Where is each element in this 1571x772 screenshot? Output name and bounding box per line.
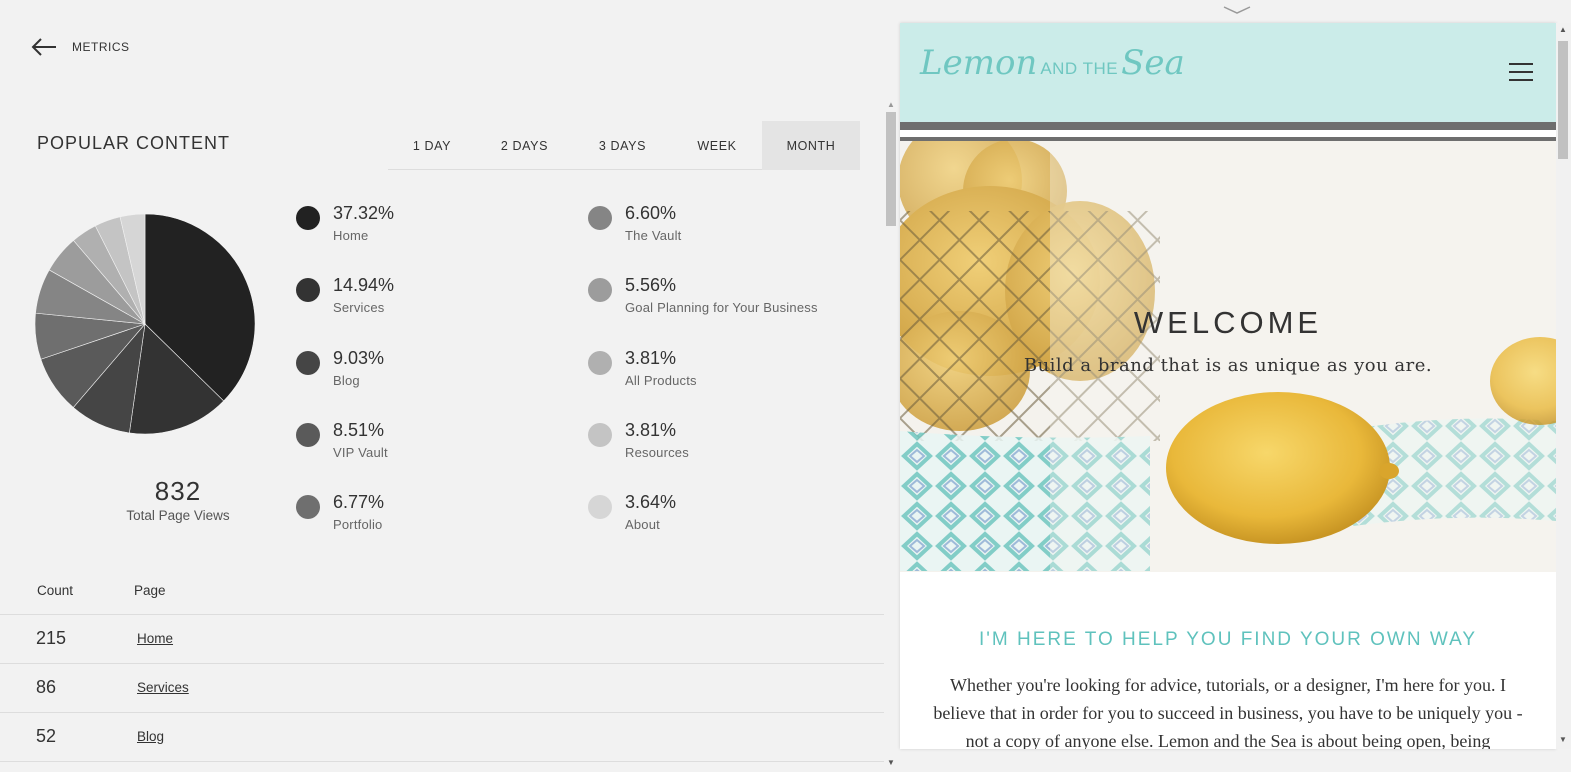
legend-label: Portfolio bbox=[333, 517, 383, 532]
legend-percent: 37.32% bbox=[333, 203, 395, 223]
legend-percent: 9.03% bbox=[333, 348, 385, 368]
tab-2-days[interactable]: 2 DAYS bbox=[476, 121, 573, 170]
site-logo[interactable]: Lemon AND THESea bbox=[920, 43, 1185, 83]
legend-label: Home bbox=[333, 228, 369, 243]
metrics-panel: METRICS POPULAR CONTENT 1 DAY 2 DAYS 3 D… bbox=[0, 0, 884, 772]
tab-3-days[interactable]: 3 DAYS bbox=[573, 121, 672, 170]
back-to-metrics-button[interactable]: METRICS bbox=[30, 36, 130, 58]
arrow-left-icon bbox=[31, 38, 56, 56]
legend-label: Services bbox=[333, 300, 385, 315]
legend-dot bbox=[296, 495, 320, 519]
scroll-down-arrow-icon[interactable]: ▼ bbox=[1559, 735, 1567, 744]
tab-week[interactable]: WEEK bbox=[672, 121, 762, 170]
legend-dot bbox=[296, 351, 320, 375]
legend-item: 8.51% VIP Vault bbox=[296, 420, 388, 460]
left-scrollbar[interactable]: ▲ ▼ bbox=[884, 100, 898, 772]
legend-dot bbox=[588, 423, 612, 447]
legend-percent: 3.81% bbox=[625, 420, 677, 440]
site-preview: Lemon AND THESea WELCOME Build a brand t… bbox=[900, 23, 1556, 749]
legend-percent: 5.56% bbox=[625, 275, 677, 295]
legend-item: 5.56% Goal Planning for Your Business bbox=[588, 275, 818, 315]
legend-dot bbox=[296, 206, 320, 230]
chevron-down-icon[interactable] bbox=[1222, 4, 1252, 16]
legend-item: 14.94% Services bbox=[296, 275, 394, 315]
row-count: 52 bbox=[36, 726, 57, 746]
legend-percent: 14.94% bbox=[333, 275, 395, 295]
legend-percent: 3.64% bbox=[625, 492, 677, 512]
table-row: 215 Home bbox=[0, 615, 884, 664]
legend-item: 3.81% Resources bbox=[588, 420, 689, 460]
hero-banner: WELCOME Build a brand that is as unique … bbox=[900, 141, 1556, 572]
total-page-views: 832 Total Page Views bbox=[78, 476, 278, 523]
scrollbar-thumb[interactable] bbox=[1558, 41, 1568, 159]
site-header: Lemon AND THESea bbox=[900, 23, 1556, 122]
row-page-link[interactable]: Blog bbox=[137, 729, 164, 744]
row-page-link[interactable]: Services bbox=[137, 680, 189, 695]
table-header: Count Page bbox=[0, 578, 884, 615]
back-label: METRICS bbox=[72, 40, 130, 54]
legend-item: 6.60% The Vault bbox=[588, 203, 681, 243]
legend-dot bbox=[588, 206, 612, 230]
preview-scrollbar[interactable]: ▲ ▼ bbox=[1556, 23, 1571, 749]
legend-dot bbox=[588, 278, 612, 302]
legend-label: All Products bbox=[625, 373, 697, 388]
table-row: 52 Blog bbox=[0, 713, 884, 762]
legend-label: Resources bbox=[625, 445, 689, 460]
legend-dot bbox=[296, 423, 320, 447]
divider bbox=[900, 122, 1556, 130]
hero-title: WELCOME bbox=[1133, 305, 1323, 340]
hero-tagline: Build a brand that is as unique as you a… bbox=[1023, 355, 1433, 376]
legend-dot bbox=[588, 495, 612, 519]
legend-dot bbox=[296, 278, 320, 302]
total-page-views-label: Total Page Views bbox=[126, 508, 230, 523]
section-title: POPULAR CONTENT bbox=[37, 133, 231, 153]
legend-item: 9.03% Blog bbox=[296, 348, 384, 388]
row-count: 215 bbox=[36, 628, 67, 648]
scrollbar-thumb[interactable] bbox=[886, 112, 896, 226]
row-page-link[interactable]: Home bbox=[137, 631, 173, 646]
column-header-count: Count bbox=[37, 583, 74, 598]
legend-dot bbox=[588, 351, 612, 375]
legend-item: 3.81% All Products bbox=[588, 348, 697, 388]
legend-label: Goal Planning for Your Business bbox=[625, 300, 818, 315]
legend-percent: 6.77% bbox=[333, 492, 385, 512]
tab-month[interactable]: MONTH bbox=[762, 121, 860, 170]
legend-label: Blog bbox=[333, 373, 360, 388]
legend-item: 3.64% About bbox=[588, 492, 676, 532]
tab-1-day[interactable]: 1 DAY bbox=[388, 121, 476, 170]
column-header-page: Page bbox=[134, 583, 166, 598]
legend-percent: 3.81% bbox=[625, 348, 677, 368]
legend-label: About bbox=[625, 517, 660, 532]
hamburger-menu-icon[interactable] bbox=[1509, 63, 1535, 83]
popular-content-pie-chart bbox=[34, 213, 256, 435]
legend-label: The Vault bbox=[625, 228, 682, 243]
section-heading: I'M HERE TO HELP YOU FIND YOUR OWN WAY bbox=[978, 629, 1478, 650]
legend-percent: 6.60% bbox=[625, 203, 677, 223]
row-count: 86 bbox=[36, 677, 57, 697]
scroll-up-arrow-icon[interactable]: ▲ bbox=[1559, 25, 1567, 34]
scroll-down-arrow-icon[interactable]: ▼ bbox=[887, 758, 895, 767]
legend-item: 6.77% Portfolio bbox=[296, 492, 384, 532]
total-page-views-value: 832 bbox=[154, 476, 202, 506]
legend-percent: 8.51% bbox=[333, 420, 385, 440]
legend-label: VIP Vault bbox=[333, 445, 388, 460]
section-body: Whether you're looking for advice, tutor… bbox=[933, 675, 1523, 749]
table-row: 86 Services bbox=[0, 664, 884, 713]
legend-item: 37.32% Home bbox=[296, 203, 394, 243]
time-range-tabs: 1 DAY 2 DAYS 3 DAYS WEEK MONTH bbox=[388, 121, 860, 170]
scroll-up-arrow-icon[interactable]: ▲ bbox=[887, 100, 895, 109]
